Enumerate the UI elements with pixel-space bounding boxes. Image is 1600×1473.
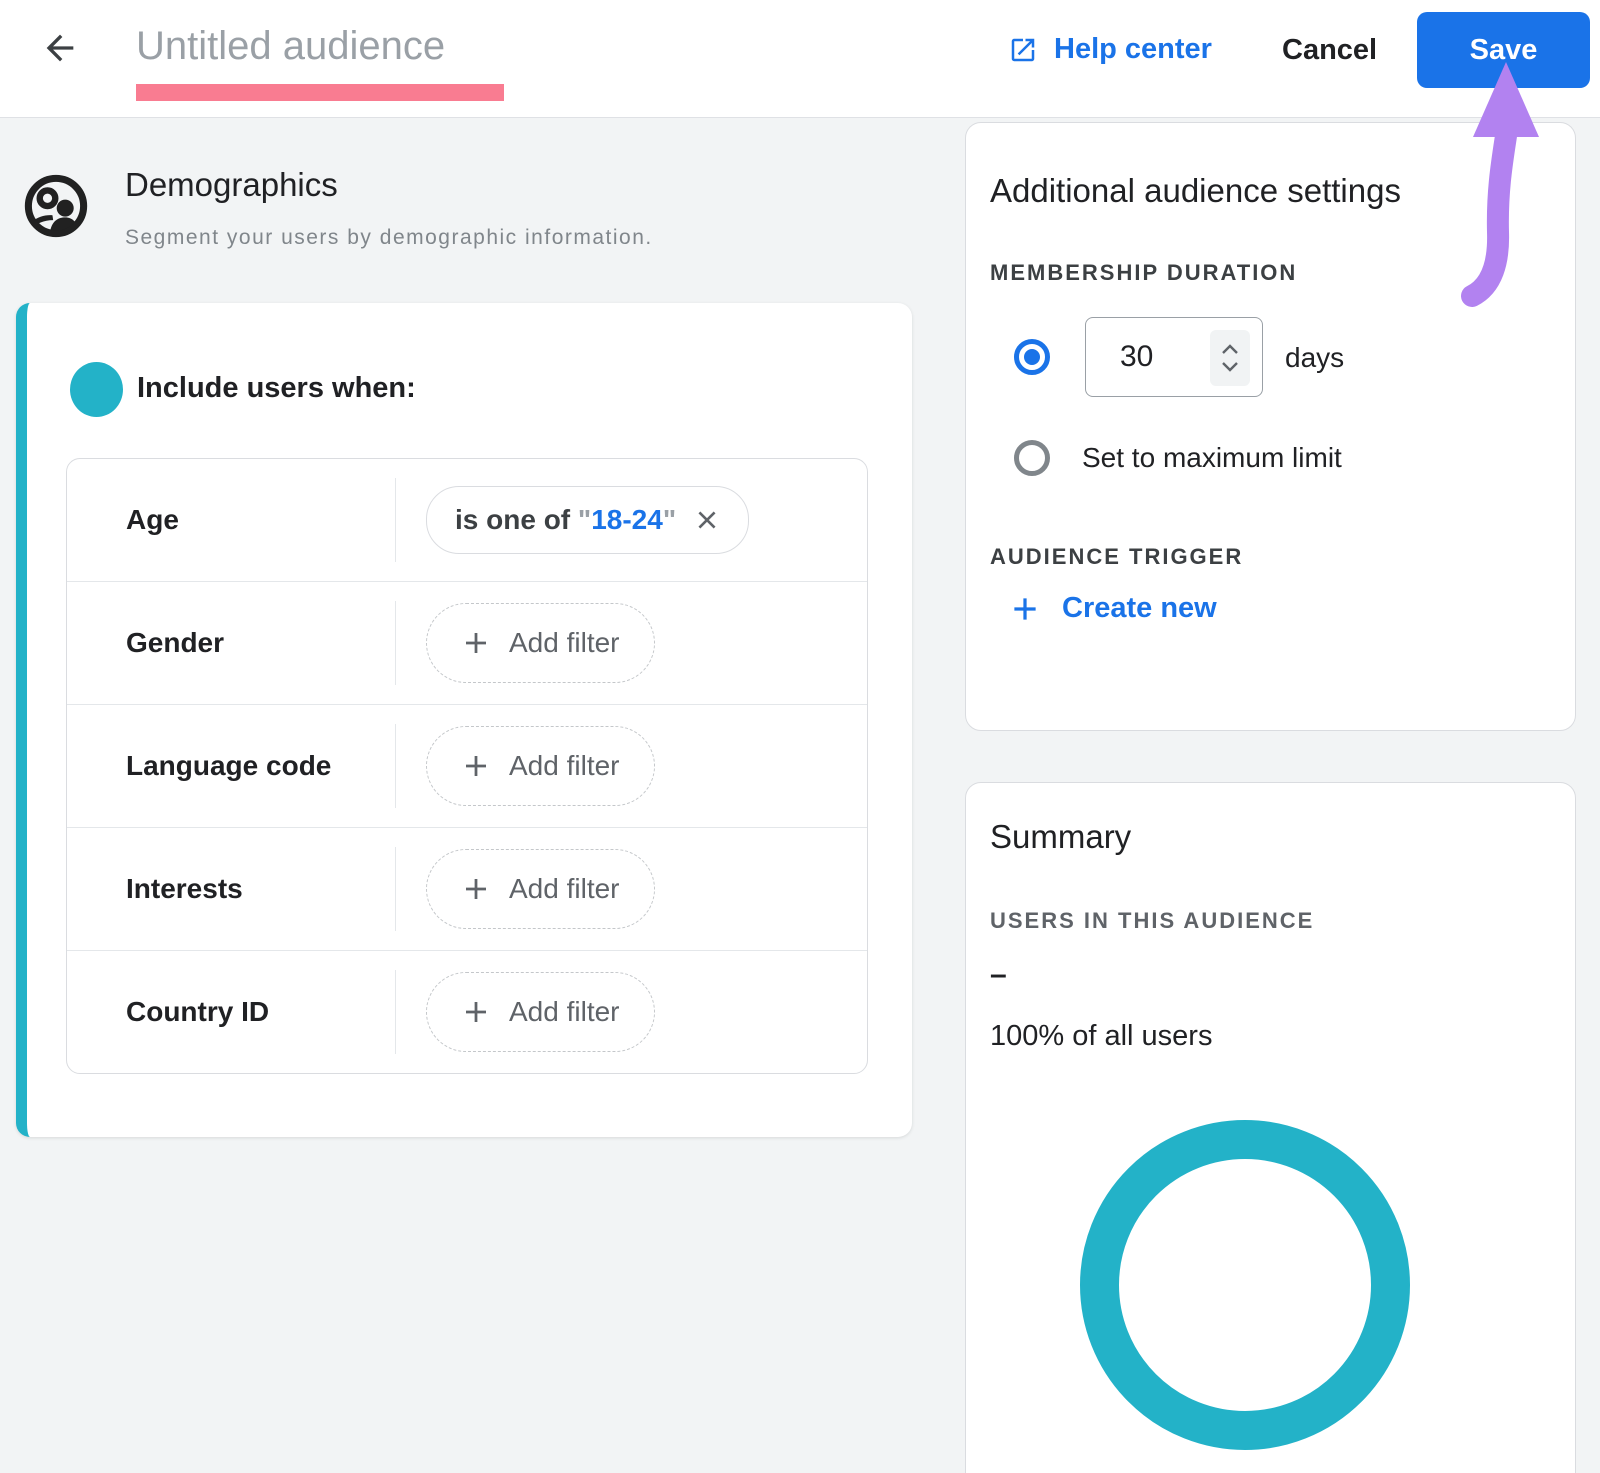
dimension-label: Age bbox=[67, 459, 396, 581]
filter-row-age: Age is one of "18-24" bbox=[67, 459, 867, 581]
add-filter-button[interactable]: Add filter bbox=[426, 603, 655, 683]
close-icon[interactable] bbox=[694, 507, 720, 533]
plus-icon bbox=[461, 997, 491, 1027]
title-underline bbox=[136, 84, 504, 101]
membership-duration-label: MEMBERSHIP DURATION bbox=[990, 260, 1297, 286]
topbar: Untitled audience Help center Cancel Sav… bbox=[0, 0, 1600, 118]
include-heading: Include users when: bbox=[137, 372, 416, 405]
plus-icon bbox=[1010, 594, 1040, 624]
audience-builder-page: Untitled audience Help center Cancel Sav… bbox=[0, 0, 1600, 1473]
chip-condition-text: is one of "18-24" bbox=[455, 504, 676, 536]
max-limit-label: Set to maximum limit bbox=[1082, 442, 1342, 474]
users-in-audience-label: USERS IN THIS AUDIENCE bbox=[990, 908, 1314, 934]
help-center-label: Help center bbox=[1054, 33, 1212, 66]
audience-title-field[interactable]: Untitled audience bbox=[136, 24, 445, 69]
duration-days-radio[interactable] bbox=[1014, 339, 1050, 375]
filter-row-interests: Interests Add filter bbox=[67, 827, 867, 950]
duration-value: 30 bbox=[1120, 340, 1153, 374]
add-filter-button[interactable]: Add filter bbox=[426, 726, 655, 806]
dimension-label: Gender bbox=[67, 582, 396, 704]
include-condition-dot bbox=[70, 362, 123, 417]
save-button-label: Save bbox=[1470, 34, 1538, 67]
chevron-up-icon bbox=[1221, 343, 1239, 355]
users-count-value: – bbox=[990, 958, 1007, 992]
plus-icon bbox=[461, 751, 491, 781]
add-filter-button[interactable]: Add filter bbox=[426, 849, 655, 929]
cancel-button[interactable]: Cancel bbox=[1282, 34, 1377, 67]
save-button[interactable]: Save bbox=[1417, 12, 1590, 88]
additional-settings-card bbox=[965, 122, 1576, 731]
demographics-icon bbox=[22, 172, 90, 245]
section-subtitle: Segment your users by demographic inform… bbox=[125, 226, 653, 250]
settings-card-title: Additional audience settings bbox=[990, 172, 1401, 210]
plus-icon bbox=[461, 874, 491, 904]
summary-card-title: Summary bbox=[990, 818, 1131, 856]
filter-row-gender: Gender Add filter bbox=[67, 581, 867, 704]
help-center-link[interactable]: Help center bbox=[1008, 33, 1212, 66]
filter-row-country-id: Country ID Add filter bbox=[67, 950, 867, 1073]
plus-icon bbox=[461, 628, 491, 658]
audience-trigger-label: AUDIENCE TRIGGER bbox=[990, 544, 1243, 570]
stepper-control[interactable] bbox=[1210, 330, 1250, 386]
open-in-new-icon bbox=[1008, 35, 1038, 65]
duration-input[interactable]: 30 bbox=[1085, 317, 1263, 397]
section-title: Demographics bbox=[125, 166, 338, 204]
dimension-label: Country ID bbox=[67, 951, 396, 1073]
filter-row-language-code: Language code Add filter bbox=[67, 704, 867, 827]
percent-of-users-label: 100% of all users bbox=[990, 1020, 1212, 1053]
max-limit-radio[interactable] bbox=[1014, 440, 1050, 476]
dimension-label: Language code bbox=[67, 705, 396, 827]
audience-donut-chart bbox=[1080, 1120, 1410, 1450]
dimension-filters-table: Age is one of "18-24" Gender Add filter bbox=[66, 458, 868, 1074]
add-filter-button[interactable]: Add filter bbox=[426, 972, 655, 1052]
age-filter-chip[interactable]: is one of "18-24" bbox=[426, 486, 749, 554]
create-new-trigger-button[interactable]: Create new bbox=[1010, 592, 1217, 625]
chevron-down-icon bbox=[1221, 361, 1239, 373]
dimension-label: Interests bbox=[67, 828, 396, 950]
duration-unit-label: days bbox=[1285, 342, 1344, 374]
back-button[interactable] bbox=[38, 28, 82, 72]
back-arrow-icon bbox=[40, 28, 80, 73]
